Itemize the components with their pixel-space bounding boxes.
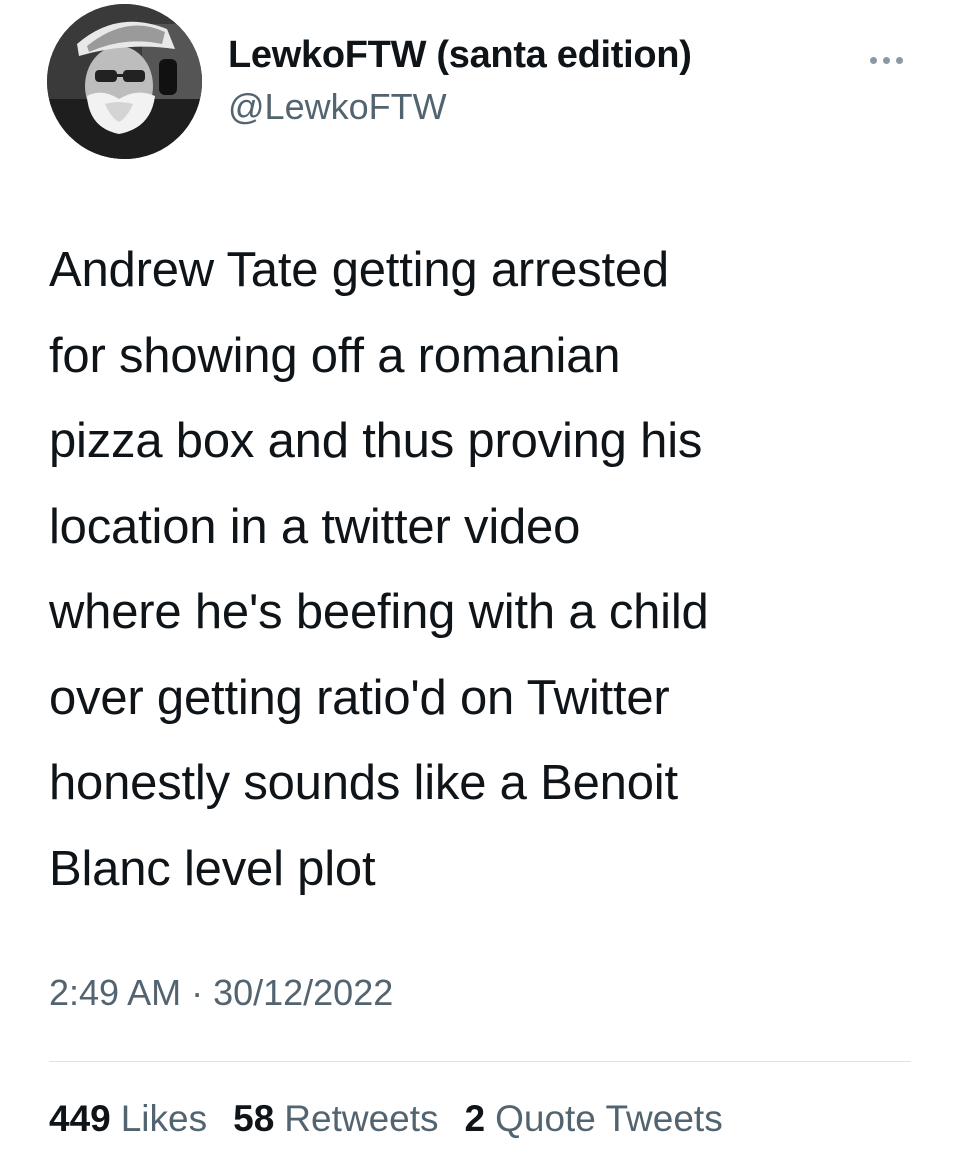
quote-tweets-count: 2 xyxy=(464,1098,486,1139)
tweet-card: LewkoFTW (santa edition) @LewkoFTW Andre… xyxy=(0,0,960,1153)
likes-stat[interactable]: 449 Likes xyxy=(49,1098,207,1140)
santa-hat-avatar-icon xyxy=(47,4,202,159)
display-name[interactable]: LewkoFTW (santa edition) xyxy=(228,34,692,77)
tweet-timestamp[interactable]: 2:49 AM · 30/12/2022 xyxy=(49,972,393,1014)
more-options-icon xyxy=(895,56,903,64)
more-options-button[interactable] xyxy=(858,44,914,76)
likes-count: 449 xyxy=(49,1098,111,1139)
more-options-icon xyxy=(882,56,890,64)
divider xyxy=(49,1061,911,1062)
likes-label: Likes xyxy=(120,1098,208,1139)
avatar[interactable] xyxy=(47,4,202,159)
quote-tweets-stat[interactable]: 2 Quote Tweets xyxy=(465,1098,723,1140)
user-handle[interactable]: @LewkoFTW xyxy=(228,86,447,128)
engagement-stats: 449 Likes 58 Retweets 2 Quote Tweets xyxy=(49,1098,723,1140)
retweets-label: Retweets xyxy=(284,1098,439,1139)
retweets-stat[interactable]: 58 Retweets xyxy=(233,1098,438,1140)
tweet-text: Andrew Tate getting arrested for showing… xyxy=(49,243,709,896)
more-options-icon xyxy=(869,56,877,64)
retweets-count: 58 xyxy=(233,1098,275,1139)
quote-tweets-label: Quote Tweets xyxy=(495,1098,723,1139)
